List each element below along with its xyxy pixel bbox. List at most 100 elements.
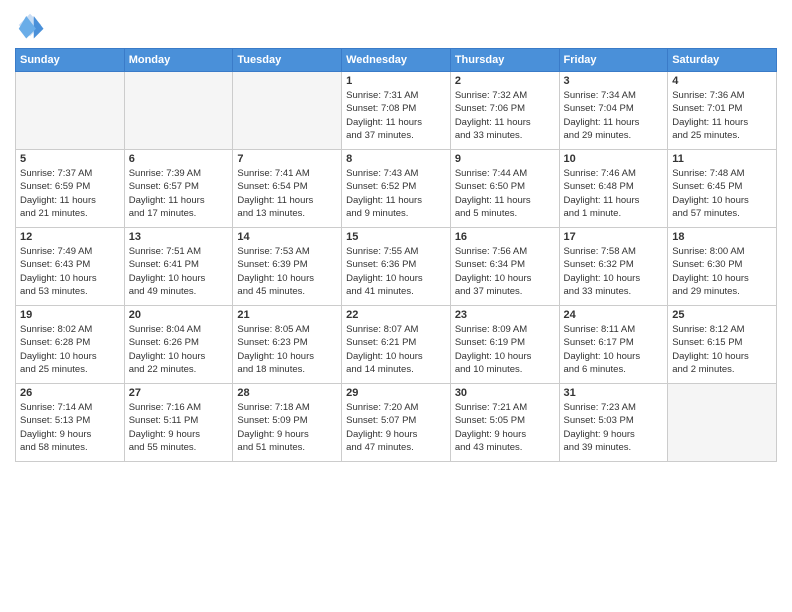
day-detail-line: Sunset: 6:19 PM (455, 336, 555, 349)
day-detail: Sunrise: 7:41 AMSunset: 6:54 PMDaylight:… (237, 167, 337, 220)
week-row-2: 12Sunrise: 7:49 AMSunset: 6:43 PMDayligh… (16, 228, 777, 306)
day-detail-line: Sunset: 7:04 PM (564, 102, 664, 115)
day-detail-line: and 33 minutes. (564, 285, 664, 298)
day-detail-line: Sunset: 6:21 PM (346, 336, 446, 349)
day-detail-line: Daylight: 11 hours (672, 116, 772, 129)
day-detail-line: Daylight: 10 hours (672, 272, 772, 285)
day-detail-line: and 18 minutes. (237, 363, 337, 376)
day-detail-line: and 10 minutes. (455, 363, 555, 376)
calendar-body: 1 Sunrise: 7:31 AMSunset: 7:08 PMDaylight… (16, 72, 777, 462)
day-detail: Sunrise: 7:56 AMSunset: 6:34 PMDaylight:… (455, 245, 555, 298)
day-detail-line: and 22 minutes. (129, 363, 229, 376)
day-detail: Sunrise: 7:58 AMSunset: 6:32 PMDaylight:… (564, 245, 664, 298)
day-detail-line: Daylight: 11 hours (346, 194, 446, 207)
calendar-cell: 28Sunrise: 7:18 AMSunset: 5:09 PMDayligh… (233, 384, 342, 462)
day-detail-line: Daylight: 10 hours (564, 350, 664, 363)
day-detail-line: Sunset: 6:50 PM (455, 180, 555, 193)
day-detail-line: and 43 minutes. (455, 441, 555, 454)
day-detail-line: and 6 minutes. (564, 363, 664, 376)
calendar-cell: 13 Sunrise: 7:51 AMSunset: 6:41 PMDayligh… (124, 228, 233, 306)
day-detail-line: Sunset: 5:13 PM (20, 414, 120, 427)
calendar-cell: 9Sunrise: 7:44 AMSunset: 6:50 PMDaylight… (450, 150, 559, 228)
day-detail-line: Daylight: 10 hours (346, 272, 446, 285)
calendar-cell: 19Sunrise: 8:02 AMSunset: 6:28 PMDayligh… (16, 306, 125, 384)
day-detail: Sunrise: 7:20 AMSunset: 5:07 PMDaylight:… (346, 401, 446, 454)
day-detail-line: Sunset: 7:01 PM (672, 102, 772, 115)
day-detail: Sunrise: 7:53 AMSunset: 6:39 PMDaylight:… (237, 245, 337, 298)
day-detail-line: Daylight: 9 hours (564, 428, 664, 441)
day-detail-line: and 57 minutes. (672, 207, 772, 220)
day-detail: Sunrise: 7:14 AMSunset: 5:13 PMDaylight:… (20, 401, 120, 454)
day-detail-line: Daylight: 9 hours (20, 428, 120, 441)
calendar-cell: 8 Sunrise: 7:43 AMSunset: 6:52 PMDaylight… (342, 150, 451, 228)
day-detail-line: Sunrise: 7:51 AM (129, 245, 229, 258)
calendar-cell: 24Sunrise: 8:11 AMSunset: 6:17 PMDayligh… (559, 306, 668, 384)
calendar-cell: 6Sunrise: 7:39 AMSunset: 6:57 PMDaylight… (124, 150, 233, 228)
weekday-header-friday: Friday (559, 49, 668, 72)
calendar-cell: 7Sunrise: 7:41 AMSunset: 6:54 PMDaylight… (233, 150, 342, 228)
day-number: 26 (20, 387, 120, 399)
day-detail-line: Daylight: 10 hours (672, 350, 772, 363)
day-detail-line: Daylight: 11 hours (455, 194, 555, 207)
day-detail-line: Sunset: 6:57 PM (129, 180, 229, 193)
day-detail-line: and 39 minutes. (564, 441, 664, 454)
day-detail-line: and 17 minutes. (129, 207, 229, 220)
day-detail-line: Sunrise: 7:55 AM (346, 245, 446, 258)
calendar-cell: 12Sunrise: 7:49 AMSunset: 6:43 PMDayligh… (16, 228, 125, 306)
day-detail: Sunrise: 7:43 AMSunset: 6:52 PMDaylight:… (346, 167, 446, 220)
day-detail-line: Sunset: 6:45 PM (672, 180, 772, 193)
day-detail-line: Daylight: 11 hours (564, 194, 664, 207)
day-number: 13 (129, 231, 229, 243)
page-container: SundayMondayTuesdayWednesdayThursdayFrid… (0, 0, 792, 472)
calendar-cell: 18Sunrise: 8:00 AMSunset: 6:30 PMDayligh… (668, 228, 777, 306)
day-detail-line: Daylight: 10 hours (237, 272, 337, 285)
day-detail-line: and 37 minutes. (455, 285, 555, 298)
day-detail-line: Sunset: 6:54 PM (237, 180, 337, 193)
calendar-cell: 17Sunrise: 7:58 AMSunset: 6:32 PMDayligh… (559, 228, 668, 306)
day-detail-line: and 53 minutes. (20, 285, 120, 298)
day-detail: Sunrise: 7:31 AMSunset: 7:08 PMDaylight:… (346, 89, 446, 142)
day-detail: Sunrise: 7:51 AMSunset: 6:41 PMDaylight:… (129, 245, 229, 298)
calendar-cell: 29Sunrise: 7:20 AMSunset: 5:07 PMDayligh… (342, 384, 451, 462)
day-detail-line: Daylight: 10 hours (346, 350, 446, 363)
day-detail-line: and 25 minutes. (672, 129, 772, 142)
day-detail-line: and 1 minute. (564, 207, 664, 220)
day-detail-line: Sunrise: 8:09 AM (455, 323, 555, 336)
day-detail-line: Sunrise: 7:14 AM (20, 401, 120, 414)
day-detail-line: Sunrise: 7:41 AM (237, 167, 337, 180)
day-detail-line: and 55 minutes. (129, 441, 229, 454)
day-detail-line: Daylight: 11 hours (237, 194, 337, 207)
day-detail-line: Sunrise: 7:44 AM (455, 167, 555, 180)
day-number: 5 (20, 153, 120, 165)
day-number: 11 (672, 153, 772, 165)
day-number: 21 (237, 309, 337, 321)
day-number: 8 (346, 153, 446, 165)
day-detail: Sunrise: 7:18 AMSunset: 5:09 PMDaylight:… (237, 401, 337, 454)
day-number: 10 (564, 153, 664, 165)
day-detail-line: and 25 minutes. (20, 363, 120, 376)
day-detail-line: Sunrise: 8:02 AM (20, 323, 120, 336)
day-detail: Sunrise: 8:09 AMSunset: 6:19 PMDaylight:… (455, 323, 555, 376)
day-detail-line: Sunrise: 7:21 AM (455, 401, 555, 414)
day-detail-line: Sunset: 6:36 PM (346, 258, 446, 271)
calendar-cell: 25Sunrise: 8:12 AMSunset: 6:15 PMDayligh… (668, 306, 777, 384)
weekday-header-wednesday: Wednesday (342, 49, 451, 72)
calendar-cell: 31Sunrise: 7:23 AMSunset: 5:03 PMDayligh… (559, 384, 668, 462)
day-detail-line: Sunrise: 7:49 AM (20, 245, 120, 258)
day-detail-line: Sunset: 6:48 PM (564, 180, 664, 193)
day-detail-line: Sunset: 6:52 PM (346, 180, 446, 193)
day-detail: Sunrise: 8:07 AMSunset: 6:21 PMDaylight:… (346, 323, 446, 376)
day-detail-line: Sunrise: 8:12 AM (672, 323, 772, 336)
day-detail-line: and 41 minutes. (346, 285, 446, 298)
calendar-cell (124, 72, 233, 150)
day-detail-line: Sunset: 5:07 PM (346, 414, 446, 427)
day-detail-line: Sunset: 6:15 PM (672, 336, 772, 349)
calendar-cell (668, 384, 777, 462)
day-number: 1 (346, 75, 446, 87)
logo-icon (15, 10, 45, 40)
weekday-header-monday: Monday (124, 49, 233, 72)
calendar-cell: 30Sunrise: 7:21 AMSunset: 5:05 PMDayligh… (450, 384, 559, 462)
calendar-cell: 5Sunrise: 7:37 AMSunset: 6:59 PMDaylight… (16, 150, 125, 228)
day-detail-line: Sunrise: 8:00 AM (672, 245, 772, 258)
calendar-cell: 22Sunrise: 8:07 AMSunset: 6:21 PMDayligh… (342, 306, 451, 384)
